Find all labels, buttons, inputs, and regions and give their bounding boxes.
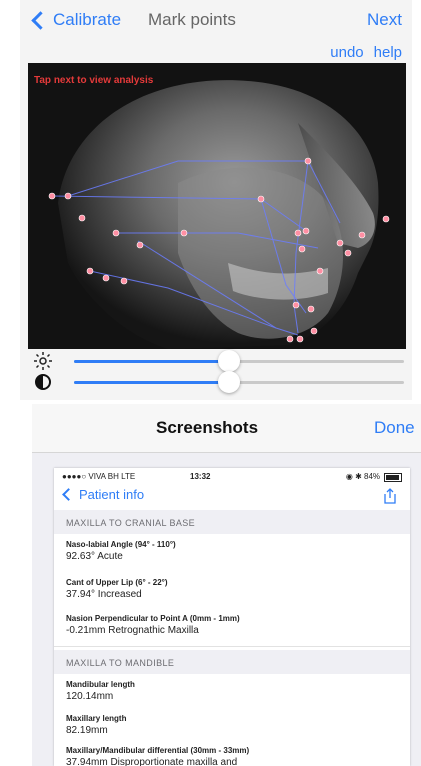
brightness-icon (34, 352, 52, 370)
contrast-slider[interactable] (74, 371, 404, 393)
contrast-fill (74, 381, 230, 384)
calibration-screen: Calibrate Mark points Next undo help Tap… (20, 0, 412, 400)
row-label: Maxillary length (66, 714, 127, 723)
toolbar-links: undo help (330, 44, 402, 61)
carrier-label: ●●●●○ VIVA BH LTE (62, 472, 136, 481)
done-button[interactable]: Done (374, 418, 415, 438)
row-label: Maxillary/Mandibular differential (30mm … (66, 746, 250, 755)
screenshots-title: Screenshots (156, 418, 259, 437)
row-value: 120.14mm (66, 691, 114, 702)
xray-image[interactable]: Tap next to view analysis (28, 63, 406, 349)
section-title: MAXILLA TO CRANIAL BASE (66, 518, 196, 528)
screenshots-sheet: Screenshots Done ●●●●○ VIVA BH LTE 13:32… (32, 404, 421, 766)
undo-button[interactable]: undo (330, 44, 363, 61)
nav-bar: Calibrate Mark points Next (20, 0, 412, 40)
row-label: Mandibular length (66, 680, 135, 689)
contrast-icon (35, 374, 51, 390)
battery-label: ◉ ✱ 84% (345, 472, 380, 481)
row-value: 37.94mm Disproportionate maxilla and (66, 757, 238, 766)
section-header: MAXILLA TO CRANIAL BASE (54, 510, 410, 534)
chevron-left-icon (31, 10, 50, 30)
chevron-left-icon (62, 488, 75, 501)
analysis-row: Mandibular length 120.14mm (54, 674, 410, 709)
row-value: -0.21mm Retrognathic Maxilla (66, 625, 199, 636)
analysis-row: Maxillary/Mandibular differential (30mm … (54, 740, 410, 766)
analysis-row: Cant of Upper Lip (6° - 22°) 37.94° Incr… (54, 572, 410, 609)
analysis-row: Nasion Perpendicular to Point A (0mm - 1… (54, 608, 410, 647)
row-value: 82.19mm (66, 725, 108, 736)
page-title: Mark points (148, 10, 236, 29)
cephalometric-xray (28, 63, 406, 349)
contrast-knob[interactable] (218, 371, 241, 393)
section-title: MAXILLA TO MANDIBLE (66, 658, 175, 668)
next-button[interactable]: Next (367, 10, 402, 30)
patient-nav-bar: Patient info (54, 484, 410, 510)
row-label: Cant of Upper Lip (6° - 22°) (66, 578, 168, 587)
help-button[interactable]: help (374, 44, 402, 61)
row-label: Nasion Perpendicular to Point A (0mm - 1… (66, 614, 240, 623)
brightness-fill (74, 360, 230, 363)
row-value: 92.63° Acute (66, 551, 123, 562)
screenshots-nav-bar: Screenshots Done (32, 404, 421, 453)
calibrate-back-button[interactable]: Calibrate (30, 10, 121, 30)
status-bar: ●●●●○ VIVA BH LTE 13:32 ◉ ✱ 84% (54, 468, 410, 484)
analysis-row: Maxillary length 82.19mm (54, 708, 410, 741)
analysis-hint: Tap next to view analysis (34, 75, 154, 86)
brightness-slider[interactable] (74, 350, 404, 372)
row-value: 37.94° Increased (66, 589, 142, 600)
battery-icon (384, 473, 402, 482)
contrast-slider-row (20, 369, 412, 395)
row-label: Naso-labial Angle (94° - 110°) (66, 540, 176, 549)
share-icon[interactable] (382, 488, 398, 504)
calibrate-back-label: Calibrate (53, 10, 122, 29)
status-time: 13:32 (190, 472, 211, 481)
patient-info-label: Patient info (79, 487, 145, 502)
phone-screenshot: ●●●●○ VIVA BH LTE 13:32 ◉ ✱ 84% Patient … (54, 468, 410, 766)
section-header: MAXILLA TO MANDIBLE (54, 650, 410, 674)
analysis-row: Naso-labial Angle (94° - 110°) 92.63° Ac… (54, 534, 410, 573)
patient-info-back-button[interactable]: Patient info (62, 487, 144, 502)
